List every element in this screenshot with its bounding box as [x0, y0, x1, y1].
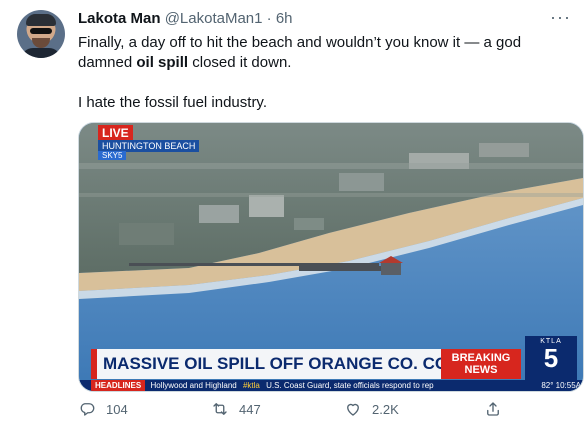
like-button[interactable]: 2.2K	[344, 400, 399, 418]
retweet-icon	[213, 403, 227, 415]
ticker-item2: U.S. Coast Guard, state officials respon…	[266, 381, 434, 390]
share-button[interactable]	[484, 400, 502, 418]
like-icon	[347, 403, 359, 416]
reply-count: 104	[106, 401, 128, 417]
avatar-shirt	[21, 48, 61, 58]
breaking-line2: NEWS	[464, 364, 498, 376]
tweet-text: Finally, a day off to hit the beach and …	[78, 33, 558, 113]
timestamp[interactable]: 6h	[276, 10, 293, 27]
tweet-text-bold: oil spill	[136, 54, 189, 71]
location-sub-label: SKY5	[98, 151, 127, 160]
like-count: 2.2K	[372, 401, 399, 417]
ticker-item1: Hollywood and Highland	[150, 381, 237, 390]
tweet-paragraph-1: Finally, a day off to hit the beach and …	[78, 33, 558, 73]
avatar-beard	[32, 38, 50, 48]
headline-banner: MASSIVE OIL SPILL OFF ORANGE CO. COAST	[91, 349, 482, 379]
headline-text: MASSIVE OIL SPILL OFF ORANGE CO. COAST	[103, 354, 483, 373]
breaking-line1: BREAKING	[451, 352, 511, 364]
live-label: LIVE	[98, 125, 133, 141]
more-icon[interactable]: ···	[550, 7, 571, 28]
tweet-media[interactable]: LIVE HUNTINGTON BEACH SKY5 MASSIVE OIL S…	[78, 122, 584, 392]
breaking-news-badge: BREAKING NEWS	[441, 349, 521, 379]
tweet-actions: 104 447 2.2K	[78, 400, 558, 422]
tweet-header: Lakota Man @LakotaMan1 · 6h	[78, 10, 293, 27]
ticker-tag: #ktla	[242, 381, 260, 390]
retweet-button[interactable]: 447	[211, 400, 261, 418]
ticker-head: HEADLINES	[91, 380, 146, 391]
news-ticker: HEADLINES Hollywood and Highland #ktla U…	[79, 380, 583, 391]
avatar-glasses	[30, 28, 52, 34]
retweet-count: 447	[239, 401, 261, 417]
station-logo: KTLA 5	[525, 336, 577, 380]
reply-button[interactable]: 104	[78, 400, 128, 418]
ticker-weather-time: 82° 10:55A	[537, 380, 581, 391]
reply-icon	[80, 403, 95, 416]
author-name[interactable]: Lakota Man	[78, 10, 161, 27]
station-number: 5	[543, 343, 559, 373]
share-icon	[487, 402, 499, 416]
tweet-text-part2: closed it down.	[188, 54, 292, 71]
author-handle[interactable]: @LakotaMan1	[165, 10, 263, 27]
tweet-paragraph-2: I hate the fossil fuel industry.	[78, 94, 267, 111]
avatar[interactable]	[17, 10, 65, 58]
separator-dot: ·	[266, 10, 272, 27]
avatar-cap	[26, 14, 56, 26]
